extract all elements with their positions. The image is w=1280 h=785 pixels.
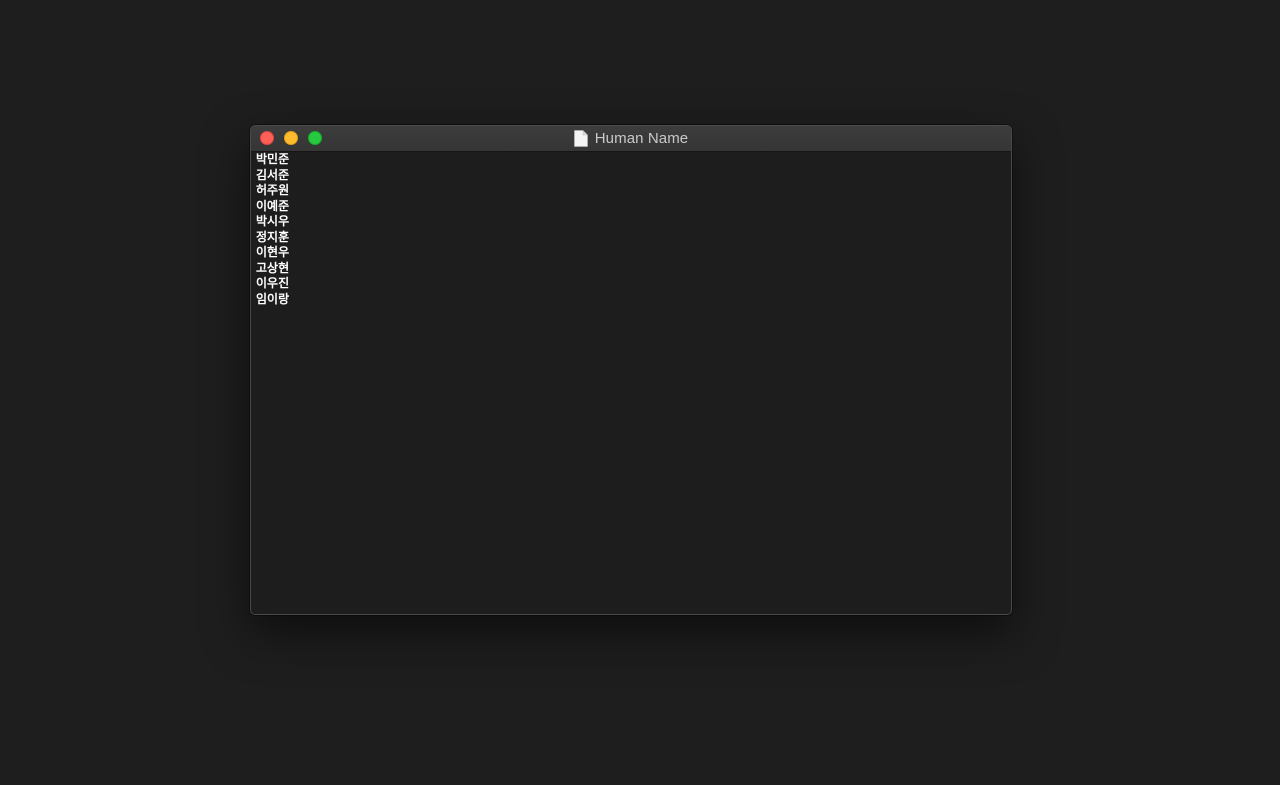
zoom-button[interactable] [308,131,322,145]
desktop: Human Name 박민준 김서준 허주원 이예준 박시우 정지훈 이현우 고… [0,0,1280,785]
list-item: 김서준 [256,167,290,182]
title-group: Human Name [573,130,689,147]
name-list: 박민준 김서준 허주원 이예준 박시우 정지훈 이현우 고상현 이우진 임이랑 [256,152,1006,307]
minimize-button[interactable] [284,131,298,145]
window-controls [260,131,322,145]
close-button[interactable] [260,131,274,145]
list-item: 임이랑 [256,291,290,306]
title-bar[interactable]: Human Name [251,126,1011,152]
text-content-area[interactable]: 박민준 김서준 허주원 이예준 박시우 정지훈 이현우 고상현 이우진 임이랑 [251,152,1011,614]
list-item: 이우진 [256,276,290,290]
list-item: 정지훈 [256,229,290,244]
list-item: 고상현 [256,260,290,275]
list-item: 박시우 [256,214,290,228]
list-item: 이예준 [256,198,290,213]
text-window: Human Name 박민준 김서준 허주원 이예준 박시우 정지훈 이현우 고… [250,125,1012,615]
list-item: 허주원 [256,183,290,197]
list-item: 이현우 [256,245,290,259]
window-title: Human Name [594,130,689,147]
list-item: 박민준 [256,152,290,166]
document-icon [573,130,588,147]
